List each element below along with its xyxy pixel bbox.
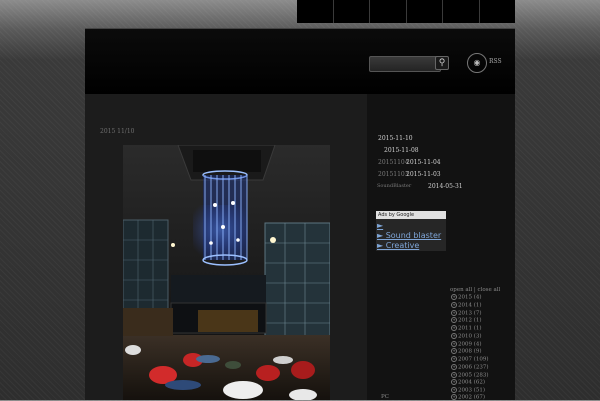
- archive-year-item[interactable]: +2009 (4): [451, 341, 482, 348]
- expand-icon[interactable]: +: [451, 341, 457, 347]
- expand-icon[interactable]: +: [451, 394, 457, 400]
- search-button[interactable]: ⚲: [435, 56, 449, 70]
- recent-post-link[interactable]: 2015-11-04: [406, 159, 441, 166]
- magnifier-icon: ⚲: [438, 58, 446, 68]
- archive-year-label: 2013 (7): [458, 310, 482, 317]
- recent-post-link[interactable]: 2015-11-08: [384, 147, 419, 154]
- expand-icon[interactable]: +: [451, 348, 457, 354]
- expand-icon[interactable]: +: [451, 302, 457, 308]
- recent-post-title[interactable]: SoundBlaster: [377, 183, 411, 189]
- archive-year-label: 2009 (4): [458, 341, 482, 348]
- recent-post-title[interactable]: 20151103: [378, 171, 409, 178]
- nav-tab[interactable]: [370, 0, 407, 23]
- archive-year-label: 2006 (237): [458, 364, 489, 371]
- post-photo[interactable]: [123, 145, 330, 400]
- ad-link[interactable]: ►: [377, 221, 383, 230]
- archive-year-label: 2008 (9): [458, 348, 482, 355]
- expand-icon[interactable]: +: [451, 364, 457, 370]
- ad-link-sound-blaster[interactable]: ► Sound blaster: [377, 231, 441, 240]
- archive-year-label: 2012 (1): [458, 317, 482, 324]
- nav-tab[interactable]: [480, 0, 516, 23]
- recent-post-title[interactable]: 20151104: [378, 159, 409, 166]
- nav-tab[interactable]: [334, 0, 370, 23]
- nav-tab[interactable]: [297, 0, 334, 23]
- sidebar-category-label[interactable]: PC: [381, 394, 389, 400]
- archive-year-item[interactable]: +2003 (51): [451, 387, 485, 394]
- archive-year-label: 2005 (283): [458, 372, 489, 379]
- ads-by-google-label[interactable]: Ads by Google: [376, 211, 446, 219]
- recent-post-link[interactable]: 2014-05-31: [428, 183, 463, 190]
- recent-post-link[interactable]: 2015-11-10: [378, 135, 413, 142]
- expand-icon[interactable]: +: [451, 356, 457, 362]
- archive-year-label: 2007 (109): [458, 356, 489, 363]
- archive-year-label: 2015 (4): [458, 294, 482, 301]
- expand-icon[interactable]: +: [451, 333, 457, 339]
- archive-year-item[interactable]: +2008 (9): [451, 348, 482, 355]
- archive-year-label: 2011 (1): [458, 325, 482, 332]
- post-date: 2015 11/10: [100, 128, 135, 135]
- archive-open-close-toggle[interactable]: open all | close all: [450, 287, 500, 293]
- site-header: [85, 28, 515, 95]
- photo-atrium-chandelier: [123, 145, 330, 400]
- search-input[interactable]: [369, 56, 441, 72]
- ad-link-creative[interactable]: ► Creative: [377, 241, 419, 250]
- archive-year-item[interactable]: +2011 (1): [451, 325, 482, 332]
- nav-tab[interactable]: [443, 0, 480, 23]
- recent-post-link[interactable]: 2015-11-03: [406, 171, 441, 178]
- archive-year-item[interactable]: +2012 (1): [451, 317, 482, 324]
- archive-year-label: 2014 (1): [458, 302, 482, 309]
- expand-icon[interactable]: +: [451, 372, 457, 378]
- archive-year-label: 2010 (3): [458, 333, 482, 340]
- archive-year-item[interactable]: +2006 (237): [451, 364, 489, 371]
- expand-icon[interactable]: +: [451, 325, 457, 331]
- expand-icon[interactable]: +: [451, 379, 457, 385]
- rss-feed-icon[interactable]: ◉: [467, 53, 487, 73]
- archive-year-label: 2004 (62): [458, 379, 486, 386]
- archive-year-item[interactable]: +2013 (7): [451, 310, 482, 317]
- expand-icon[interactable]: +: [451, 310, 457, 316]
- archive-year-item[interactable]: +2004 (62): [451, 379, 485, 386]
- expand-icon[interactable]: +: [451, 387, 457, 393]
- rss-link[interactable]: RSS: [489, 58, 502, 65]
- nav-tab[interactable]: [407, 0, 443, 23]
- archive-year-item[interactable]: +2014 (1): [451, 302, 482, 309]
- expand-icon[interactable]: +: [451, 294, 457, 300]
- archive-year-item[interactable]: +2007 (109): [451, 356, 489, 363]
- archive-year-item[interactable]: +2005 (283): [451, 372, 489, 379]
- archive-year-label: 2003 (51): [458, 387, 486, 394]
- archive-year-item[interactable]: +2015 (4): [451, 294, 482, 301]
- expand-icon[interactable]: +: [451, 317, 457, 323]
- archive-year-item[interactable]: +2010 (3): [451, 333, 482, 340]
- top-navigation-tabs: [297, 0, 515, 23]
